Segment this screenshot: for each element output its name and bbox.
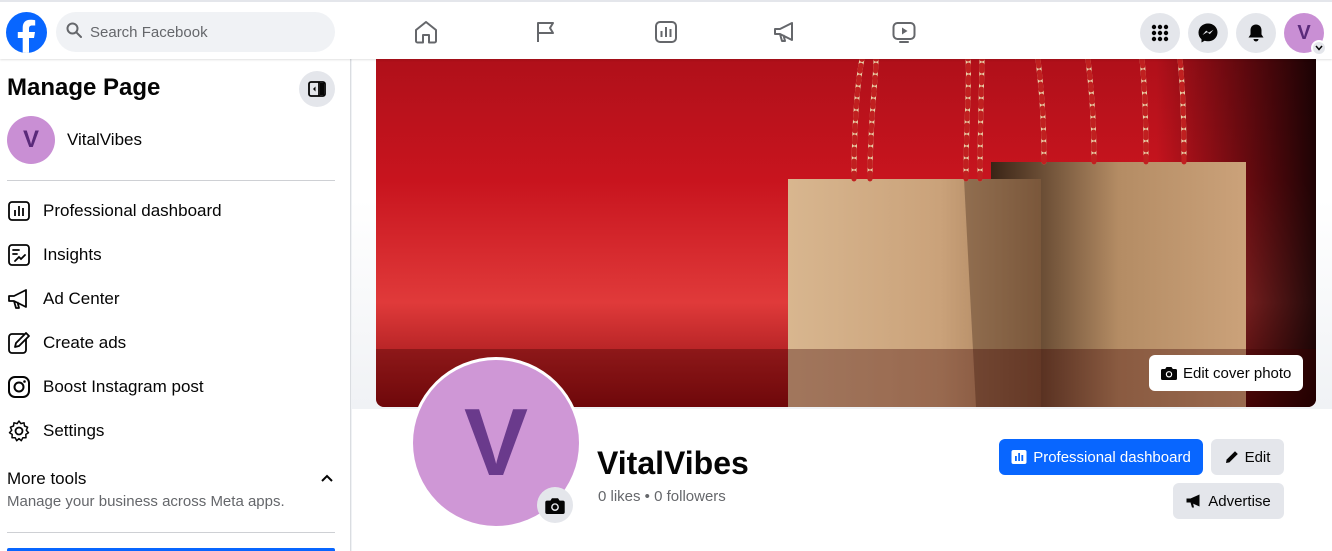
video-icon[interactable]	[888, 16, 920, 48]
professional-dashboard-button[interactable]: Professional dashboard	[999, 439, 1203, 475]
sidebar-item-settings[interactable]: Settings	[7, 411, 335, 451]
sidebar-item-label: Ad Center	[43, 289, 120, 308]
pencil-icon	[7, 331, 31, 355]
collapse-sidebar-icon[interactable]	[299, 71, 335, 107]
edit-button[interactable]: Edit	[1211, 439, 1284, 475]
page-stats[interactable]: 0 likes • 0 followers	[598, 488, 726, 505]
sidebar-item-create-ads[interactable]: Create ads	[7, 323, 335, 363]
edit-cover-photo-button[interactable]: Edit cover photo	[1149, 355, 1304, 391]
avatar-letter: V	[1297, 21, 1311, 44]
flag-icon[interactable]	[530, 16, 562, 48]
cover-photo: Edit cover photo	[376, 59, 1316, 407]
sidebar-item-insights[interactable]: Insights	[7, 235, 335, 275]
dashboard-icon	[7, 199, 31, 223]
sidebar-item-label: Professional dashboard	[43, 201, 222, 220]
sidebar-title: Manage Page	[7, 74, 161, 101]
advertise-label: Advertise	[1208, 492, 1271, 510]
sidebar-item-ad-center[interactable]: Ad Center	[7, 279, 335, 319]
sidebar-item-label: Boost Instagram post	[43, 377, 204, 396]
profile-letter: V	[463, 389, 529, 496]
page-avatar: V	[7, 116, 55, 164]
search-icon	[66, 22, 82, 43]
instagram-icon	[7, 375, 31, 399]
account-avatar[interactable]: V	[1284, 13, 1327, 56]
page-avatar-letter: V	[22, 126, 39, 153]
search-input[interactable]	[90, 23, 310, 41]
bell-icon[interactable]	[1236, 13, 1276, 53]
more-tools-title[interactable]: More tools	[7, 469, 86, 489]
gear-icon	[7, 419, 31, 443]
page-main-content: Edit cover photo V VitalVibes 0 likes • …	[352, 59, 1332, 551]
sidebar-item-professional-dashboard[interactable]: Professional dashboard	[7, 191, 335, 231]
professional-dashboard-label: Professional dashboard	[1033, 448, 1191, 466]
facebook-logo-icon[interactable]	[6, 12, 47, 53]
sidebar-item-boost-instagram-post[interactable]: Boost Instagram post	[7, 367, 335, 407]
update-profile-picture-camera-icon[interactable]	[537, 487, 573, 523]
sidebar-item-label: Settings	[43, 421, 105, 440]
edit-label: Edit	[1244, 448, 1271, 466]
sidebar-page-switcher[interactable]: V VitalVibes	[7, 116, 142, 164]
advertise-button[interactable]: Advertise	[1173, 483, 1284, 519]
megaphone-icon	[1186, 494, 1202, 508]
divider	[7, 532, 335, 533]
chevron-up-icon[interactable]	[318, 469, 336, 487]
sidebar-page-name: VitalVibes	[67, 130, 142, 149]
search-bar[interactable]	[56, 12, 335, 52]
insights-icon	[7, 243, 31, 267]
menu-grid-icon[interactable]	[1140, 13, 1180, 53]
more-tools-subtitle: Manage your business across Meta apps.	[7, 493, 285, 510]
pencil-icon	[1225, 450, 1239, 464]
edit-cover-photo-label: Edit cover photo	[1183, 364, 1292, 382]
sidebar-item-label: Create ads	[43, 333, 127, 352]
chart-icon[interactable]	[650, 16, 682, 48]
manage-page-sidebar: Manage Page V VitalVibes Professional da…	[0, 59, 351, 551]
top-navigation-bar: V	[0, 0, 1332, 59]
divider	[7, 180, 335, 181]
chevron-down-icon	[1311, 40, 1327, 56]
page-title: VitalVibes	[597, 445, 749, 481]
camera-icon	[1161, 366, 1177, 380]
messenger-icon[interactable]	[1188, 13, 1228, 53]
dashboard-icon	[1011, 449, 1027, 465]
home-icon[interactable]	[410, 16, 442, 48]
megaphone-icon[interactable]	[769, 16, 801, 48]
sidebar-item-label: Insights	[43, 245, 102, 264]
megaphone-icon	[7, 287, 31, 311]
